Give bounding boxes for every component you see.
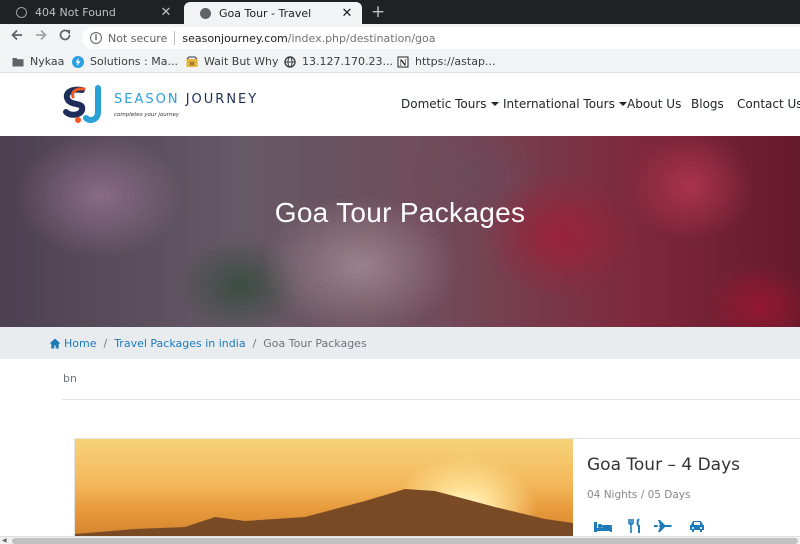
logo-wordmark: SEASON JOURNEY <box>114 92 259 107</box>
divider <box>174 31 176 45</box>
hotel-icon <box>594 522 612 532</box>
security-label: Not secure <box>108 31 168 45</box>
tab-goa-tour[interactable]: Goa Tour - Travel ✕ <box>184 2 362 24</box>
bookmark-astap[interactable]: N https://astap... <box>397 55 495 68</box>
home-icon <box>49 338 61 348</box>
tab-title: Goa Tour - Travel <box>219 6 312 20</box>
tab-404-not-found[interactable]: 404 Not Found ✕ <box>0 0 181 24</box>
bookmark-ip-address[interactable]: 13.127.170.23... <box>284 55 393 68</box>
tour-title[interactable]: Goa Tour – 4 Days <box>587 455 740 475</box>
back-arrow-icon[interactable] <box>7 28 27 48</box>
tour-duration: 04 Nights / 05 Days <box>587 489 691 501</box>
page-note: bn <box>63 372 77 385</box>
logo-tagline: completes your journey <box>114 112 180 118</box>
url-host: seasonjourney.com <box>182 31 288 45</box>
nav-contact-us[interactable]: Contact Us <box>737 97 800 111</box>
flight-icon <box>654 520 672 532</box>
scrollbar-thumb[interactable] <box>12 538 798 544</box>
site-logo[interactable]: SEASON JOURNEY completes your journey <box>62 84 262 126</box>
bookmark-label: Solutions : Ma... <box>90 55 178 68</box>
divider <box>62 399 800 400</box>
bookmark-nykaa[interactable]: Nykaa <box>12 55 64 68</box>
url-path: /index.php/destination/goa <box>287 31 436 45</box>
svg-text:W: W <box>190 61 195 67</box>
car-icon <box>690 521 704 532</box>
hero-title: Goa Tour Packages <box>274 197 526 228</box>
bookmark-label: https://astap... <box>415 55 496 68</box>
forward-arrow-icon[interactable] <box>31 28 51 48</box>
info-icon[interactable]: i <box>90 32 102 44</box>
tab-title: 404 Not Found <box>35 5 116 19</box>
logo-mark-icon <box>63 85 101 123</box>
bookmark-label: Nykaa <box>30 55 65 68</box>
caret-down-icon <box>490 102 499 106</box>
breadcrumb-separator: / <box>103 336 108 350</box>
globe-icon <box>200 7 211 19</box>
nav-international-tours[interactable]: International Tours <box>503 97 627 111</box>
nav-dometic-tours[interactable]: Dometic Tours <box>401 97 499 111</box>
folder-icon <box>12 57 24 66</box>
close-icon[interactable]: ✕ <box>159 5 173 20</box>
site-header: SEASON JOURNEY completes your journey Do… <box>0 74 800 136</box>
address-bar[interactable]: i Not secure seasonjourney.com/index.php… <box>82 27 800 49</box>
bolt-icon <box>72 55 84 68</box>
bookmark-label: Wait But Why <box>204 55 279 68</box>
hill-silhouette <box>75 489 573 536</box>
bookmarks-bar: Nykaa Solutions : Ma... W Wait But Why 1… <box>0 52 800 73</box>
svg-text:N: N <box>399 57 406 67</box>
bookmark-wait-but-why[interactable]: W Wait But Why <box>186 55 278 68</box>
new-tab-button[interactable]: + <box>368 2 388 22</box>
hero-banner: Goa Tour Packages <box>0 136 800 327</box>
meal-icon <box>628 518 640 533</box>
notion-icon: N <box>397 56 409 67</box>
nav-about-us[interactable]: About Us <box>627 97 681 111</box>
scroll-left-arrow-icon[interactable]: ◀ <box>2 537 7 544</box>
horizontal-scrollbar[interactable]: ◀ <box>0 536 800 544</box>
browser-toolbar: i Not secure seasonjourney.com/index.php… <box>0 24 800 52</box>
breadcrumb-home[interactable]: Home <box>64 337 96 350</box>
tour-card[interactable]: Goa Tour – 4 Days 04 Nights / 05 Days <box>74 438 800 536</box>
globe-icon <box>16 6 27 18</box>
bookmark-solutions[interactable]: Solutions : Ma... <box>72 55 178 68</box>
close-icon[interactable]: ✕ <box>340 6 354 21</box>
bookmark-label: 13.127.170.23... <box>302 55 393 68</box>
breadcrumb-current: Goa Tour Packages <box>263 336 367 350</box>
nav-blogs[interactable]: Blogs <box>691 97 724 111</box>
tab-strip: 404 Not Found ✕ Goa Tour - Travel ✕ + <box>0 0 800 24</box>
reload-icon[interactable] <box>55 28 75 48</box>
breadcrumb-travel-packages[interactable]: Travel Packages in india <box>114 337 245 350</box>
breadcrumb: Home / Travel Packages in india / Goa To… <box>0 327 800 359</box>
breadcrumb-separator: / <box>252 336 257 350</box>
page-content: SEASON JOURNEY completes your journey Do… <box>0 74 800 536</box>
tour-image[interactable] <box>75 439 573 536</box>
wbw-icon: W <box>186 56 198 67</box>
caret-down-icon <box>618 102 627 106</box>
globe-icon <box>284 55 296 68</box>
